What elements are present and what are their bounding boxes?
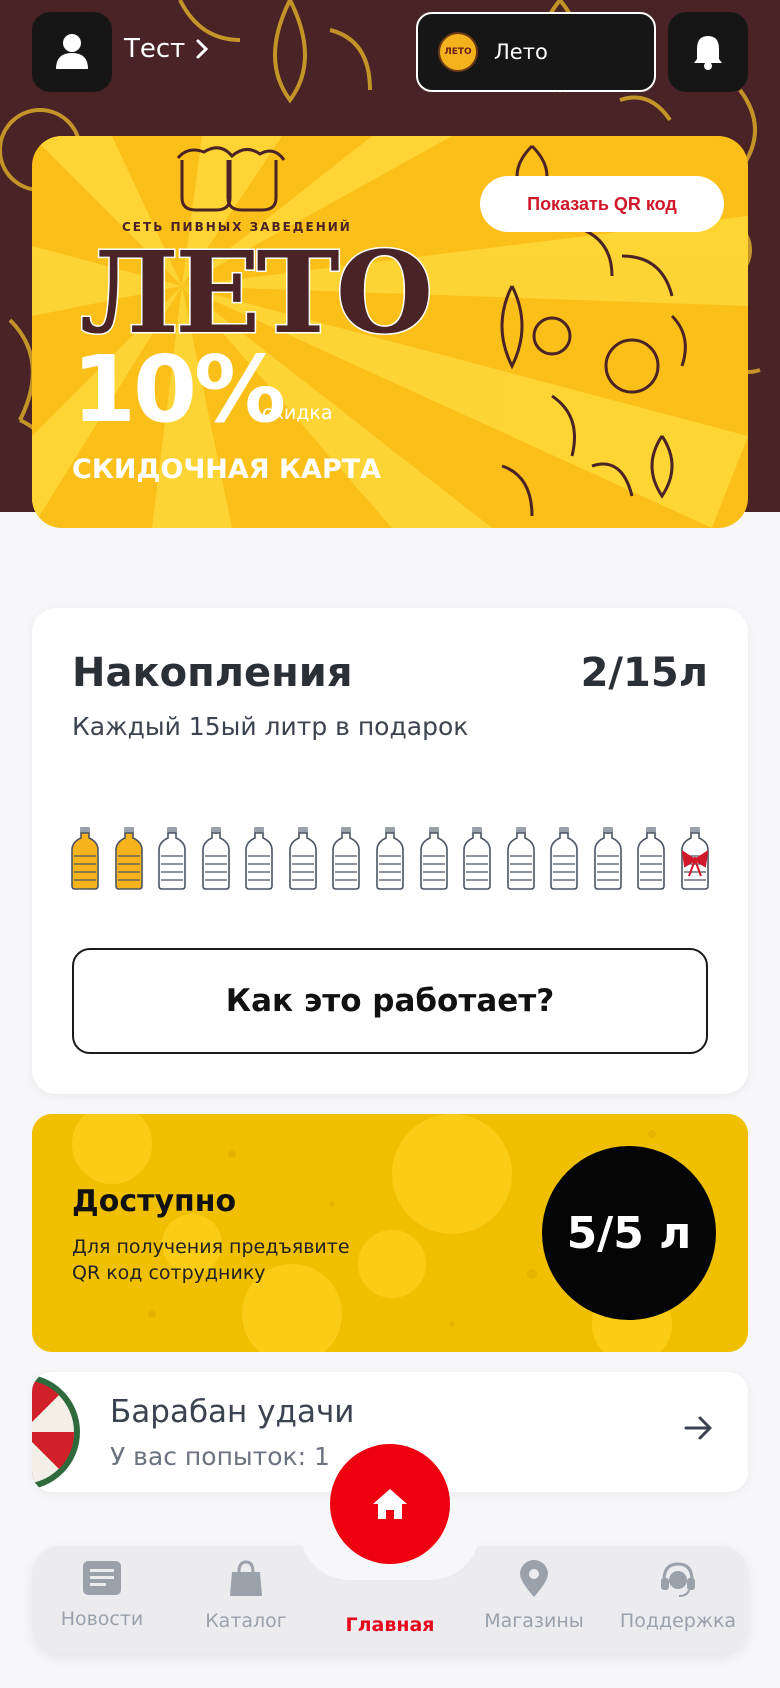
empty-bottle-icon — [289, 827, 317, 890]
empty-bottle-icon — [158, 827, 186, 890]
filled-bottle-icon — [71, 827, 99, 890]
filled-bottle-icon — [114, 827, 143, 890]
savings-title: Накопления — [72, 650, 353, 696]
discount-card: Показать QR код СЕТЬ ПИВНЫХ ЗАВЕДЕНИЙ ЛЕ… — [32, 136, 748, 528]
top-bar: Тест ЛЕТО Лето — [32, 12, 748, 92]
notifications-button[interactable] — [668, 12, 748, 92]
available-text: Для получения предъявите QR код сотрудни… — [72, 1236, 350, 1284]
card-type: СКИДОЧНАЯ КАРТА — [72, 454, 382, 485]
user-name: Тест — [124, 34, 186, 64]
empty-bottle-icon — [419, 827, 448, 890]
bag-icon — [230, 1560, 262, 1596]
empty-bottle-icon — [593, 827, 622, 890]
bottle-progress — [70, 826, 710, 896]
empty-bottle-icon — [245, 827, 274, 890]
nav-support[interactable]: Поддержка — [608, 1560, 748, 1632]
profile-button[interactable] — [32, 12, 112, 92]
store-selector[interactable]: ЛЕТО Лето — [416, 12, 656, 92]
empty-bottle-icon — [201, 827, 230, 890]
discount-value: 10% — [72, 336, 286, 443]
nav-home[interactable]: Главная — [320, 1614, 460, 1636]
nav-news[interactable]: Новости — [32, 1560, 172, 1630]
bell-icon — [694, 36, 722, 70]
nav-support-label: Поддержка — [619, 1610, 737, 1632]
arrow-right-icon[interactable] — [682, 1412, 714, 1444]
fortune-wheel-icon — [32, 1374, 80, 1490]
empty-bottle-icon — [637, 827, 666, 890]
store-name: Лето — [494, 40, 548, 64]
gift-bottle-icon — [681, 827, 709, 890]
available-title: Доступно — [72, 1184, 237, 1219]
how-it-works-button[interactable]: Как это работает? — [72, 948, 708, 1054]
show-qr-button[interactable]: Показать QR код — [480, 176, 724, 232]
nav-catalog[interactable]: Каталог — [176, 1560, 316, 1632]
empty-bottle-icon — [550, 827, 578, 890]
news-icon — [83, 1561, 121, 1595]
savings-count: 2/15л — [580, 650, 708, 696]
discount-label: скидка — [262, 402, 333, 424]
support-icon — [661, 1562, 695, 1597]
savings-panel: Накопления 2/15л Каждый 15ый литр в пода… — [32, 608, 748, 1094]
empty-bottle-icon — [463, 827, 491, 890]
nav-catalog-label: Каталог — [205, 1610, 287, 1632]
nav-home-label: Главная — [345, 1614, 435, 1636]
wheel-attempts: У вас попыток: 1 — [110, 1442, 330, 1471]
location-icon — [520, 1560, 548, 1597]
chevron-right-icon — [196, 39, 209, 59]
wheel-title: Барабан удачи — [110, 1394, 355, 1430]
available-value: 5/5 л — [542, 1146, 716, 1320]
home-button[interactable] — [330, 1444, 450, 1564]
empty-bottle-icon — [376, 827, 404, 890]
store-logo: ЛЕТО — [438, 32, 478, 72]
nav-stores-label: Магазины — [484, 1610, 584, 1632]
profile-link[interactable]: Тест — [124, 34, 209, 64]
user-icon — [56, 34, 88, 69]
nav-stores[interactable]: Магазины — [464, 1560, 604, 1632]
home-icon — [373, 1489, 407, 1519]
nav-news-label: Новости — [60, 1608, 144, 1630]
empty-bottle-icon — [332, 827, 361, 890]
savings-subtitle: Каждый 15ый литр в подарок — [72, 712, 469, 741]
empty-bottle-icon — [506, 827, 535, 890]
available-card[interactable]: Доступно Для получения предъявите QR код… — [32, 1114, 748, 1352]
